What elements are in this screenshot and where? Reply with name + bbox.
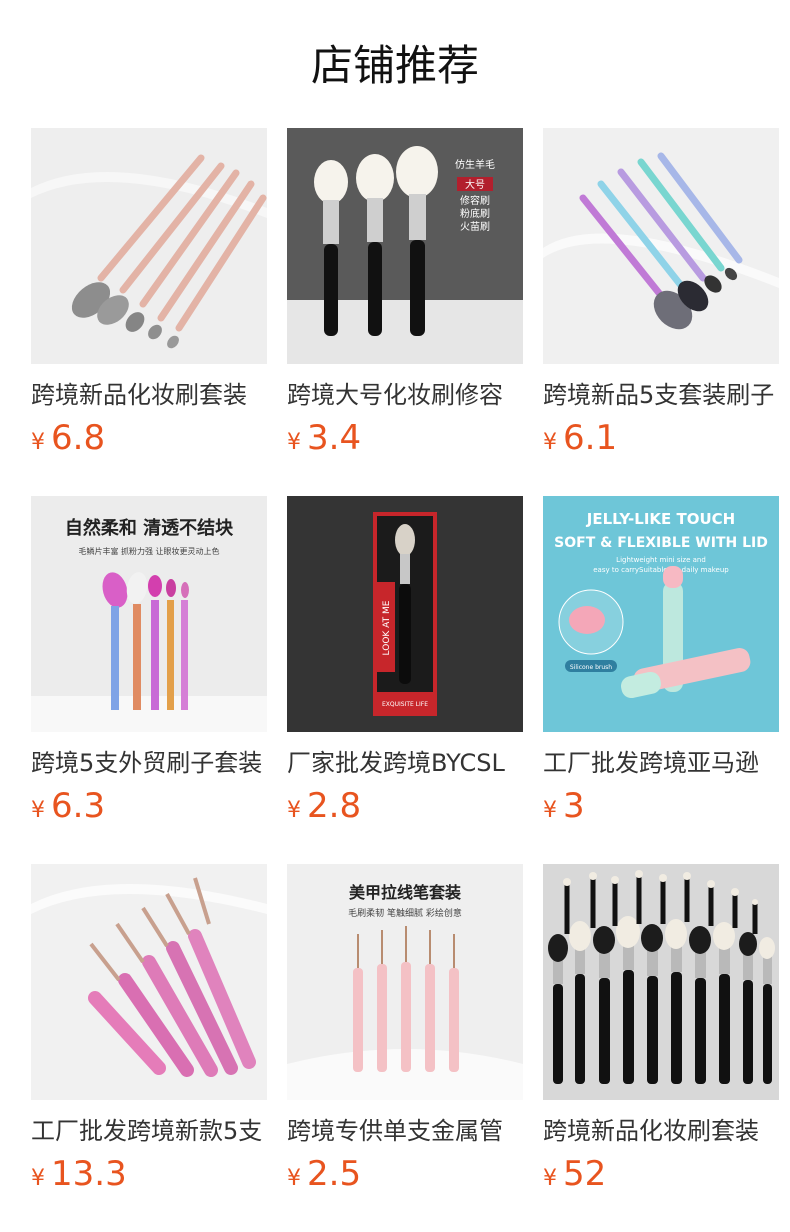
- product-name[interactable]: 跨境新品5支套装刷子: [543, 378, 779, 412]
- product-card[interactable]: LOOK AT ME EXQUISITE LIFE 厂家批发跨境BYCSL ¥2…: [287, 496, 523, 832]
- product-price: ¥6.8: [31, 418, 267, 464]
- product-card[interactable]: 跨境新品化妆刷套装 ¥6.8: [31, 128, 267, 464]
- currency-symbol: ¥: [31, 798, 45, 823]
- product-image[interactable]: [31, 864, 267, 1100]
- currency-symbol: ¥: [31, 1166, 45, 1191]
- product-price: ¥52: [543, 1154, 779, 1200]
- image-text: SOFT & FLEXIBLE WITH LID: [554, 535, 768, 551]
- product-price: ¥2.5: [287, 1154, 523, 1200]
- product-card[interactable]: JELLY-LIKE TOUCH SOFT & FLEXIBLE WITH LI…: [543, 496, 779, 832]
- product-name[interactable]: 跨境专供单支金属管: [287, 1114, 523, 1148]
- image-text: 毛刷柔韧 笔触细腻 彩绘创意: [348, 907, 462, 919]
- product-name[interactable]: 工厂批发跨境新款5支: [31, 1114, 267, 1148]
- brush-illustration: [543, 152, 779, 330]
- price-value: 3.4: [307, 418, 362, 458]
- currency-symbol: ¥: [31, 430, 45, 455]
- product-name[interactable]: 工厂批发跨境亚马逊: [543, 746, 779, 780]
- brush-illustration: [31, 154, 267, 349]
- product-card[interactable]: 跨境新品5支套装刷子 ¥6.1: [543, 128, 779, 464]
- product-card[interactable]: 仿生羊毛 大号 修容刷 粉底刷 火苗刷 跨境大号化妆刷修容 ¥3.4: [287, 128, 523, 464]
- image-text: EXQUISITE LIFE: [382, 701, 428, 708]
- image-text: 毛鳞片丰富 抓粉力强 让眼妆更灵动上色: [78, 546, 219, 556]
- product-price: ¥6.3: [31, 786, 267, 832]
- product-card[interactable]: 美甲拉线笔套装 毛刷柔韧 笔触细腻 彩绘创意 跨境专供单支金属管 ¥ 2.5: [287, 864, 523, 1200]
- price-value: 6.8: [51, 418, 106, 458]
- product-image[interactable]: [31, 128, 267, 364]
- product-card[interactable]: 自然柔和 清透不结块 毛鳞片丰富 抓粉力强 让眼妆更灵动上色 跨境5支外贸刷子套…: [31, 496, 267, 832]
- price-value: 3: [563, 786, 585, 826]
- currency-symbol: ¥: [543, 430, 557, 455]
- product-price: ¥2.8: [287, 786, 523, 832]
- image-text: 大号: [465, 178, 485, 191]
- brush-illustration: [31, 572, 267, 732]
- price-value: 2.8: [307, 786, 362, 826]
- image-text: 美甲拉线笔套装: [349, 883, 461, 902]
- image-text: 自然柔和 清透不结块: [65, 517, 234, 539]
- price-value: 2.5: [307, 1154, 362, 1194]
- product-price: ¥3: [543, 786, 779, 832]
- currency-symbol: ¥: [543, 1166, 557, 1191]
- image-text: easy to carrySuitable for daily makeup: [593, 566, 729, 574]
- currency-symbol: ¥: [543, 798, 557, 823]
- image-text: Lightweight mini size and: [616, 556, 706, 564]
- page-title: 店铺推荐: [310, 41, 479, 90]
- currency-symbol: ¥: [287, 1166, 301, 1191]
- product-card[interactable]: 跨境新品化妆刷套装 ¥52: [543, 864, 779, 1200]
- product-name[interactable]: 跨境新品化妆刷套装: [543, 1114, 779, 1148]
- product-price: ¥13.3: [31, 1154, 267, 1200]
- product-image[interactable]: LOOK AT ME EXQUISITE LIFE: [287, 496, 523, 732]
- image-text: 火苗刷: [460, 221, 490, 233]
- product-name[interactable]: 跨境新品化妆刷套装: [31, 378, 267, 412]
- price-value: 6.3: [51, 786, 106, 826]
- packaged-brush-illustration: [287, 496, 523, 732]
- nail-brush-illustration: [287, 926, 523, 1100]
- image-text: 仿生羊毛: [455, 158, 495, 171]
- product-name[interactable]: 厂家批发跨境BYCSL: [287, 746, 523, 780]
- price-value: 52: [563, 1154, 607, 1194]
- product-image[interactable]: 仿生羊毛 大号 修容刷 粉底刷 火苗刷: [287, 128, 523, 364]
- price-value: 13.3: [51, 1154, 127, 1194]
- product-price: ¥6.1: [543, 418, 779, 464]
- lipbrush-illustration: [558, 566, 751, 699]
- image-text: Silicone brush: [570, 664, 612, 671]
- price-value: 6.1: [563, 418, 618, 458]
- product-image[interactable]: 自然柔和 清透不结块 毛鳞片丰富 抓粉力强 让眼妆更灵动上色: [31, 496, 267, 732]
- product-price: ¥3.4: [287, 418, 523, 464]
- product-image[interactable]: JELLY-LIKE TOUCH SOFT & FLEXIBLE WITH LI…: [543, 496, 779, 732]
- product-image[interactable]: [543, 864, 779, 1100]
- image-text: 修容刷: [460, 194, 490, 207]
- currency-symbol: ¥: [287, 798, 301, 823]
- image-text: 粉底刷: [460, 207, 490, 220]
- image-text: JELLY-LIKE TOUCH: [586, 510, 735, 528]
- product-image[interactable]: [543, 128, 779, 364]
- image-text: LOOK AT ME: [382, 600, 392, 655]
- brush-set-illustration: [548, 870, 775, 1084]
- product-name[interactable]: 跨境5支外贸刷子套装: [31, 746, 267, 780]
- product-image[interactable]: 美甲拉线笔套装 毛刷柔韧 笔触细腻 彩绘创意: [287, 864, 523, 1100]
- nail-brush-illustration: [31, 877, 267, 1077]
- currency-symbol: ¥: [287, 430, 301, 455]
- product-card[interactable]: 工厂批发跨境新款5支 ¥13.3: [31, 864, 267, 1200]
- product-name[interactable]: 跨境大号化妆刷修容: [287, 378, 523, 412]
